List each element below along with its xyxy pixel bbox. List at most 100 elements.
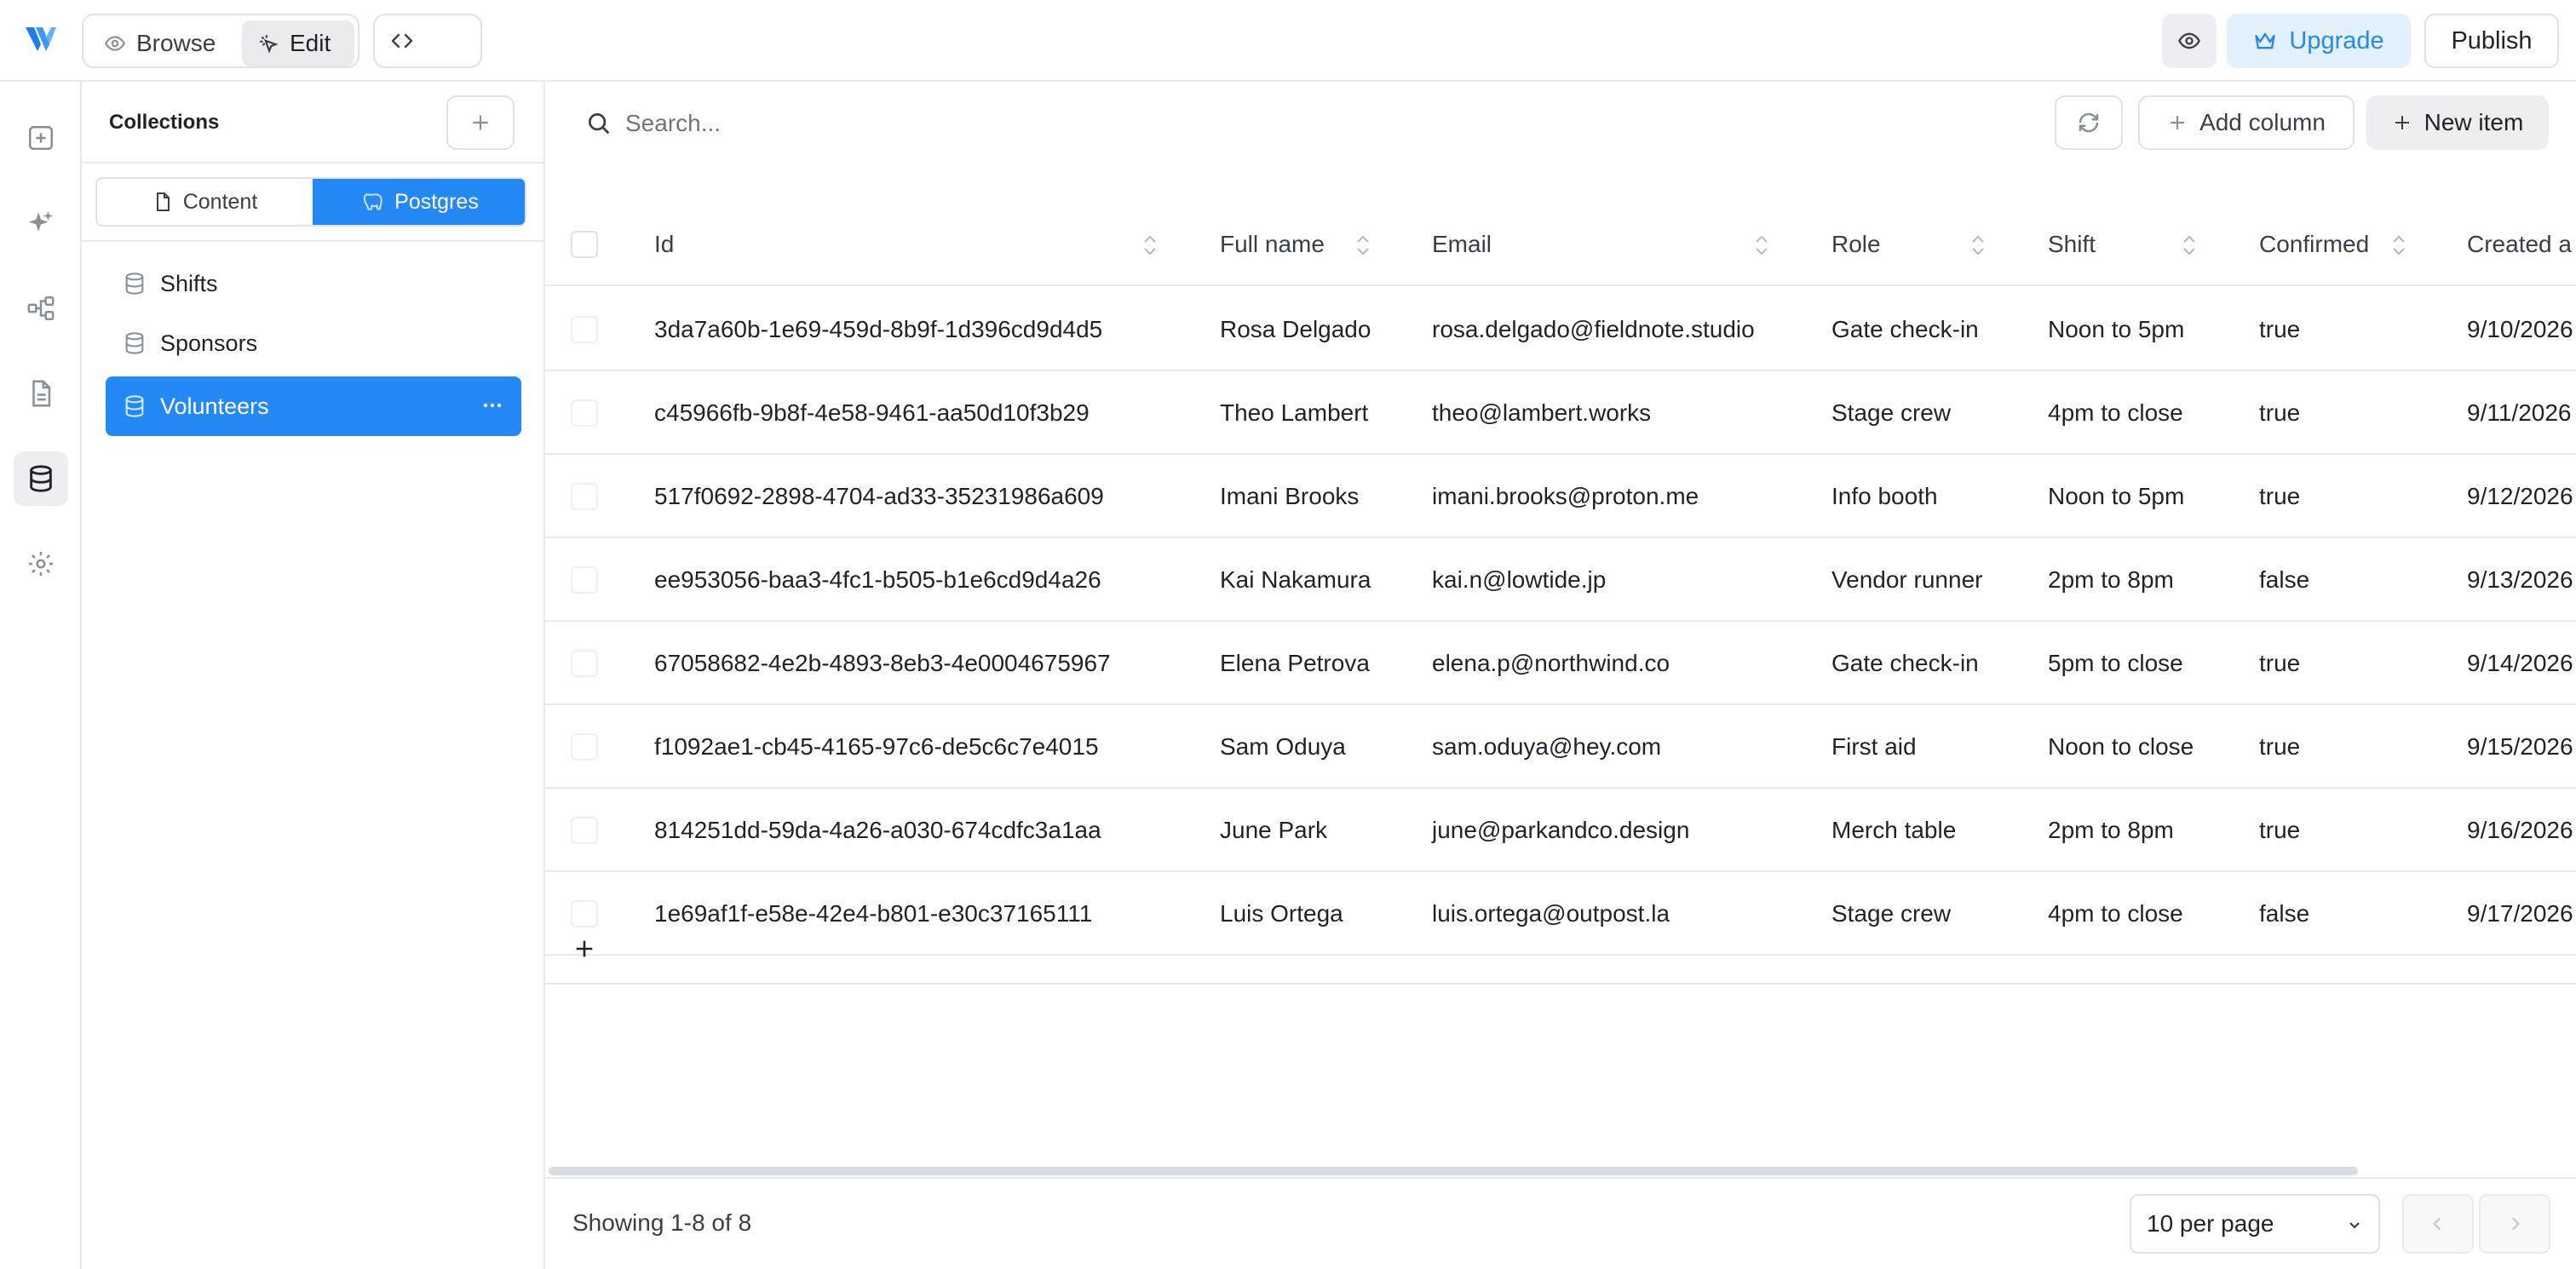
cell-role[interactable]: Stage crew (1831, 371, 1951, 455)
flow-icon[interactable] (14, 281, 68, 336)
cell-id[interactable]: 3da7a60b-1e69-459d-8b9f-1d396cd9d4d5 (654, 288, 1102, 371)
table-row[interactable]: c45966fb-9b8f-4e58-9461-aa50d10f3b29 Theo… (545, 371, 2576, 455)
cell-full-name[interactable]: June Park (1220, 789, 1327, 872)
tab-postgres[interactable]: Postgres (313, 179, 525, 225)
tab-content[interactable]: Content (97, 179, 313, 225)
cell-email[interactable]: june@parkandco.design (1432, 789, 1689, 872)
document-icon[interactable] (14, 366, 68, 421)
add-square-icon[interactable] (14, 111, 68, 165)
table-row[interactable]: 517f0692-2898-4704-ad33-35231986a609 Iman… (545, 455, 2576, 538)
sort-icon[interactable] (1141, 233, 1159, 257)
sort-icon[interactable] (1354, 233, 1371, 257)
upgrade-button[interactable]: Upgrade (2227, 14, 2411, 68)
cell-created-at[interactable]: 9/10/2026 (2467, 288, 2573, 371)
cell-email[interactable]: sam.oduya@hey.com (1432, 705, 1661, 789)
row-checkbox[interactable] (571, 483, 598, 510)
cell-email[interactable]: rosa.delgado@fieldnote.studio (1432, 288, 1755, 371)
preview-button[interactable] (2162, 14, 2217, 68)
more-icon[interactable] (482, 395, 503, 416)
cell-shift[interactable]: 2pm to 8pm (2048, 789, 2174, 872)
row-checkbox[interactable] (571, 316, 598, 343)
cell-role[interactable]: First aid (1831, 705, 1917, 789)
cell-confirmed[interactable]: false (2259, 538, 2309, 622)
cell-email[interactable]: imani.brooks@proton.me (1432, 455, 1699, 538)
code-toggle-button[interactable] (373, 14, 482, 68)
cell-shift[interactable]: Noon to 5pm (2048, 288, 2184, 371)
collection-item-sponsors[interactable]: Sponsors (106, 313, 521, 373)
cell-id[interactable]: 814251dd-59da-4a26-a030-674cdfc3a1aa (654, 789, 1101, 872)
cell-created-at[interactable]: 9/11/2026 (2467, 371, 2572, 455)
cell-id[interactable]: 67058682-4e2b-4893-8eb3-4e0004675967 (654, 622, 1111, 705)
cell-full-name[interactable]: Kai Nakamura (1220, 538, 1371, 622)
cell-confirmed[interactable]: true (2259, 622, 2300, 705)
add-column-button[interactable]: Add column (2138, 95, 2355, 150)
cell-email[interactable]: elena.p@northwind.co (1432, 622, 1670, 705)
cell-role[interactable]: Gate check-in (1831, 288, 1979, 371)
cell-role[interactable]: Info booth (1831, 455, 1938, 538)
add-collection-button[interactable] (446, 95, 515, 150)
publish-button[interactable]: Publish (2424, 14, 2559, 68)
cell-full-name[interactable]: Rosa Delgado (1220, 288, 1371, 371)
cell-created-at[interactable]: 9/15/2026 (2467, 705, 2573, 789)
table-row[interactable]: 814251dd-59da-4a26-a030-674cdfc3a1aa June… (545, 789, 2576, 872)
row-checkbox[interactable] (571, 817, 598, 844)
cell-full-name[interactable]: Theo Lambert (1220, 371, 1368, 455)
column-header-role[interactable]: Role (1831, 203, 1881, 286)
cell-confirmed[interactable]: true (2259, 455, 2300, 538)
cell-shift[interactable]: Noon to close (2048, 705, 2194, 789)
gear-icon[interactable] (14, 537, 68, 591)
cell-confirmed[interactable]: true (2259, 789, 2300, 872)
cell-id[interactable]: f1092ae1-cb45-4165-97c6-de5c6c7e4015 (654, 705, 1099, 789)
edit-button[interactable]: Edit (242, 20, 354, 66)
cell-full-name[interactable]: Sam Oduya (1220, 705, 1346, 789)
cell-id[interactable]: 517f0692-2898-4704-ad33-35231986a609 (654, 455, 1104, 538)
cell-role[interactable]: Gate check-in (1831, 622, 1979, 705)
cell-created-at[interactable]: 9/13/2026 (2467, 538, 2573, 622)
select-all-checkbox[interactable] (571, 231, 598, 258)
per-page-select[interactable]: 10 per page (2130, 1194, 2380, 1254)
table-row[interactable]: ee953056-baa3-4fc1-b505-b1e6cd9d4a26 Kai … (545, 538, 2576, 622)
column-header-email[interactable]: Email (1432, 203, 1492, 286)
add-row-icon[interactable] (572, 937, 596, 961)
cell-confirmed[interactable]: true (2259, 288, 2300, 371)
table-row[interactable]: 67058682-4e2b-4893-8eb3-4e0004675967 Elen… (545, 622, 2576, 705)
cell-id[interactable]: ee953056-baa3-4fc1-b505-b1e6cd9d4a26 (654, 538, 1101, 622)
column-header-created-at[interactable]: Created a (2467, 203, 2572, 286)
browse-button[interactable]: Browse (89, 20, 242, 66)
cell-shift[interactable]: 2pm to 8pm (2048, 538, 2174, 622)
cell-role[interactable]: Merch table (1831, 789, 1956, 872)
cell-role[interactable]: Vendor runner (1831, 538, 1982, 622)
collection-item-shifts[interactable]: Shifts (106, 254, 521, 313)
cell-id[interactable]: c45966fb-9b8f-4e58-9461-aa50d10f3b29 (654, 371, 1090, 455)
horizontal-scrollbar[interactable] (549, 1167, 2358, 1175)
cell-confirmed[interactable]: true (2259, 705, 2300, 789)
refresh-button[interactable] (2055, 95, 2123, 150)
sparkle-icon[interactable] (14, 196, 68, 250)
cell-created-at[interactable]: 9/12/2026 (2467, 455, 2573, 538)
table-row[interactable]: f1092ae1-cb45-4165-97c6-de5c6c7e4015 Sam … (545, 705, 2576, 789)
cell-confirmed[interactable]: true (2259, 371, 2300, 455)
cell-created-at[interactable]: 9/16/2026 (2467, 789, 2573, 872)
sort-icon[interactable] (2181, 233, 2198, 257)
table-row[interactable]: 3da7a60b-1e69-459d-8b9f-1d396cd9d4d5 Rosa… (545, 288, 2576, 371)
collection-item-volunteers[interactable]: Volunteers (106, 376, 521, 436)
cell-shift[interactable]: Noon to 5pm (2048, 455, 2184, 538)
sort-icon[interactable] (1969, 233, 1987, 257)
row-checkbox[interactable] (571, 733, 598, 761)
cell-shift[interactable]: 4pm to close (2048, 371, 2183, 455)
sort-icon[interactable] (2390, 233, 2407, 257)
cell-created-at[interactable]: 9/14/2026 (2467, 622, 2573, 705)
next-page-button[interactable] (2479, 1194, 2550, 1254)
row-checkbox[interactable] (571, 650, 598, 677)
logo-mark[interactable] (24, 24, 58, 55)
cell-email[interactable]: theo@lambert.works (1432, 371, 1651, 455)
cell-shift[interactable]: 5pm to close (2048, 622, 2183, 705)
sort-icon[interactable] (1753, 233, 1770, 257)
cell-full-name[interactable]: Elena Petrova (1220, 622, 1370, 705)
cell-email[interactable]: kai.n@lowtide.jp (1432, 538, 1606, 622)
column-header-shift[interactable]: Shift (2048, 203, 2096, 286)
prev-page-button[interactable] (2402, 1194, 2474, 1254)
column-header-confirmed[interactable]: Confirmed (2259, 203, 2369, 286)
column-header-id[interactable]: Id (654, 203, 674, 286)
database-icon[interactable] (14, 451, 68, 506)
